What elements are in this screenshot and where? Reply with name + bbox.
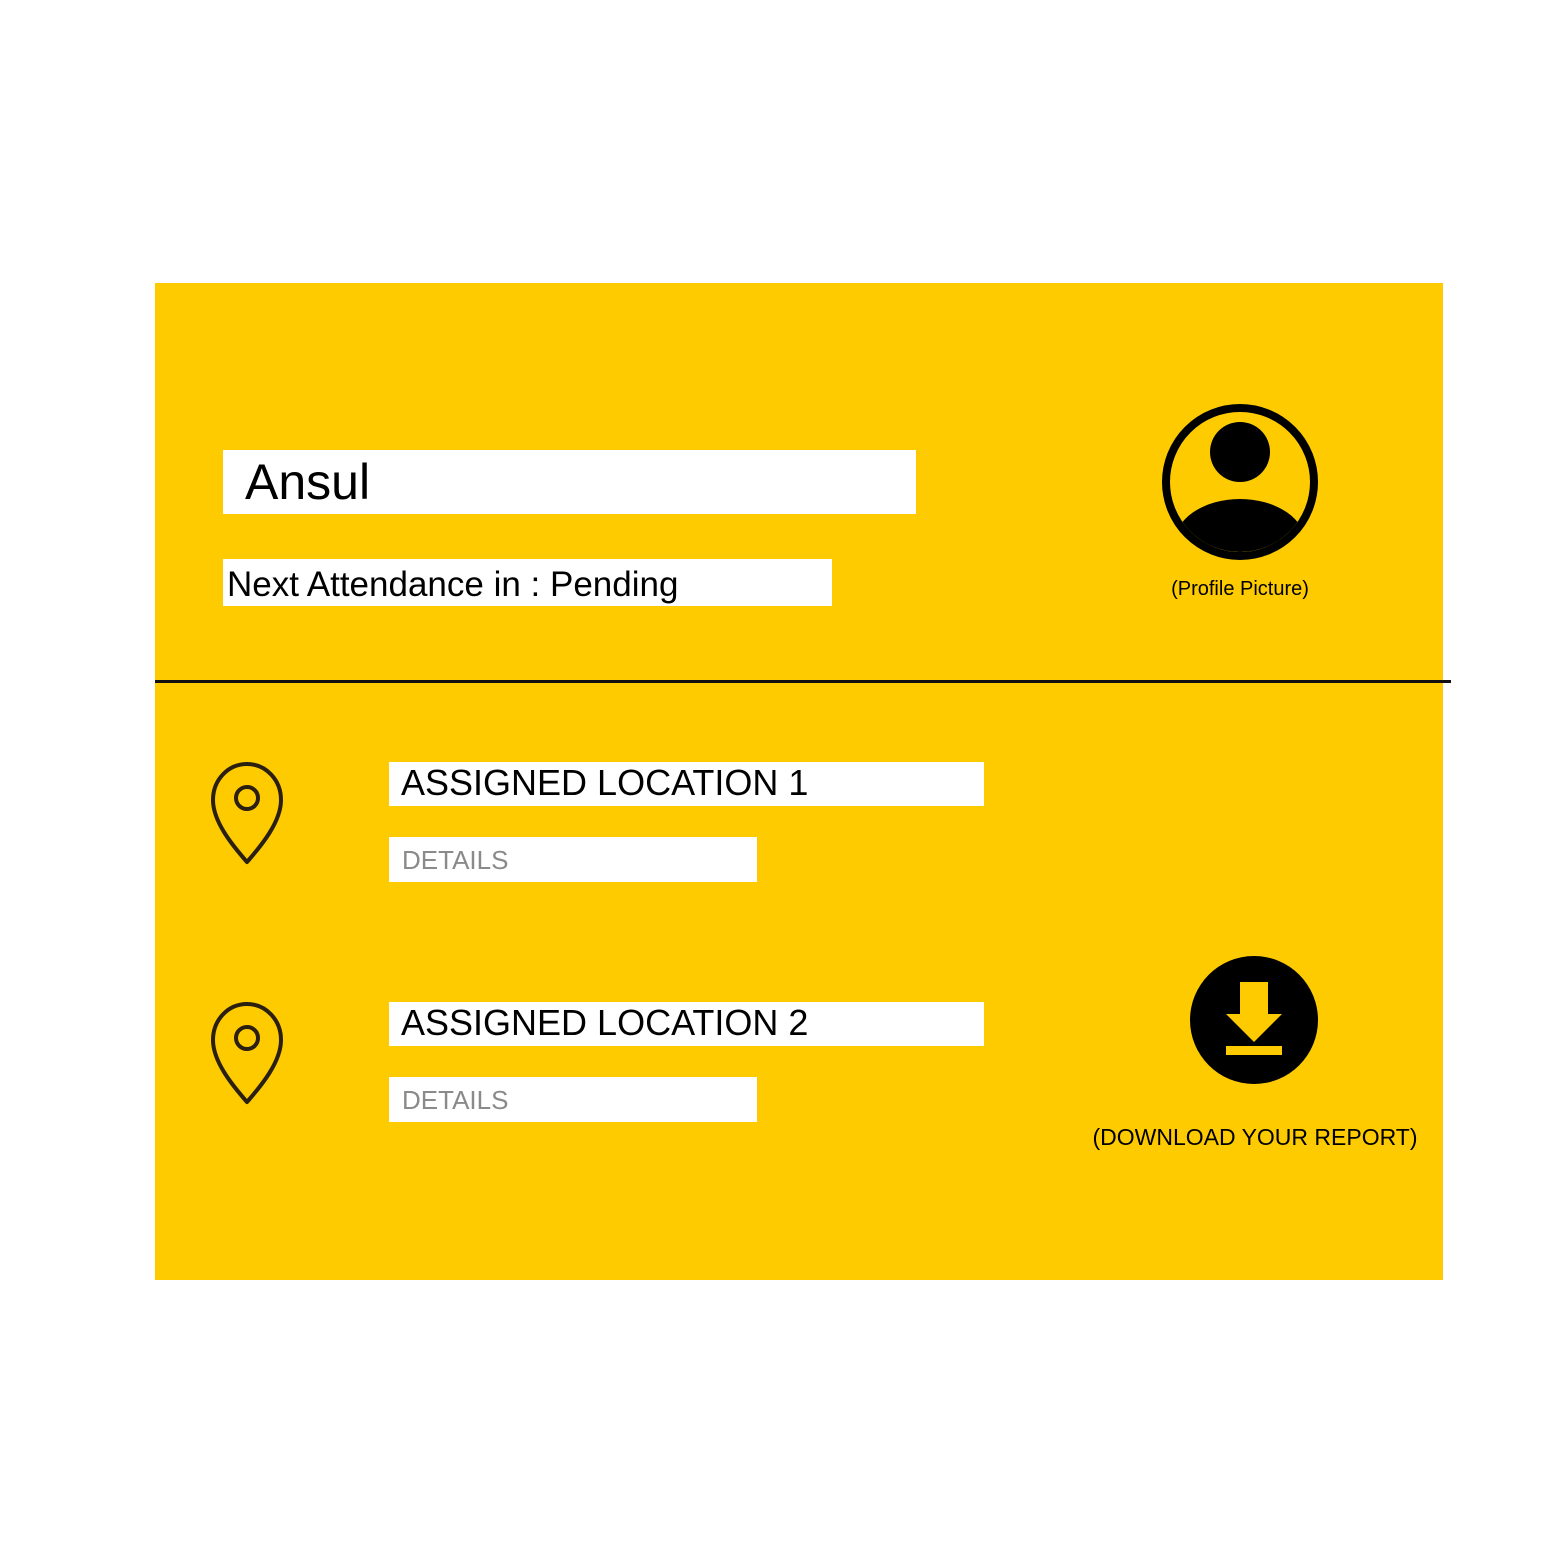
assigned-location-2-title: ASSIGNED LOCATION 2 (389, 1002, 984, 1046)
location-2-details-button[interactable]: DETAILS (389, 1077, 757, 1122)
profile-picture-caption: (Profile Picture) (1171, 578, 1309, 600)
user-circle-icon[interactable] (1160, 402, 1320, 562)
download-report-caption: (DOWNLOAD YOUR REPORT) (1092, 1124, 1418, 1150)
user-circle-icon-graphic (1162, 404, 1318, 560)
assigned-location-1-title: ASSIGNED LOCATION 1 (389, 762, 984, 806)
location-1-details-button[interactable]: DETAILS (389, 837, 757, 882)
section-divider (155, 680, 1451, 683)
download-icon[interactable] (1190, 956, 1318, 1084)
map-pin-icon (209, 760, 285, 866)
attendance-status: Next Attendance in : Pending (223, 559, 832, 606)
map-pin-icon (209, 1000, 285, 1106)
user-name: Ansul (223, 450, 916, 514)
